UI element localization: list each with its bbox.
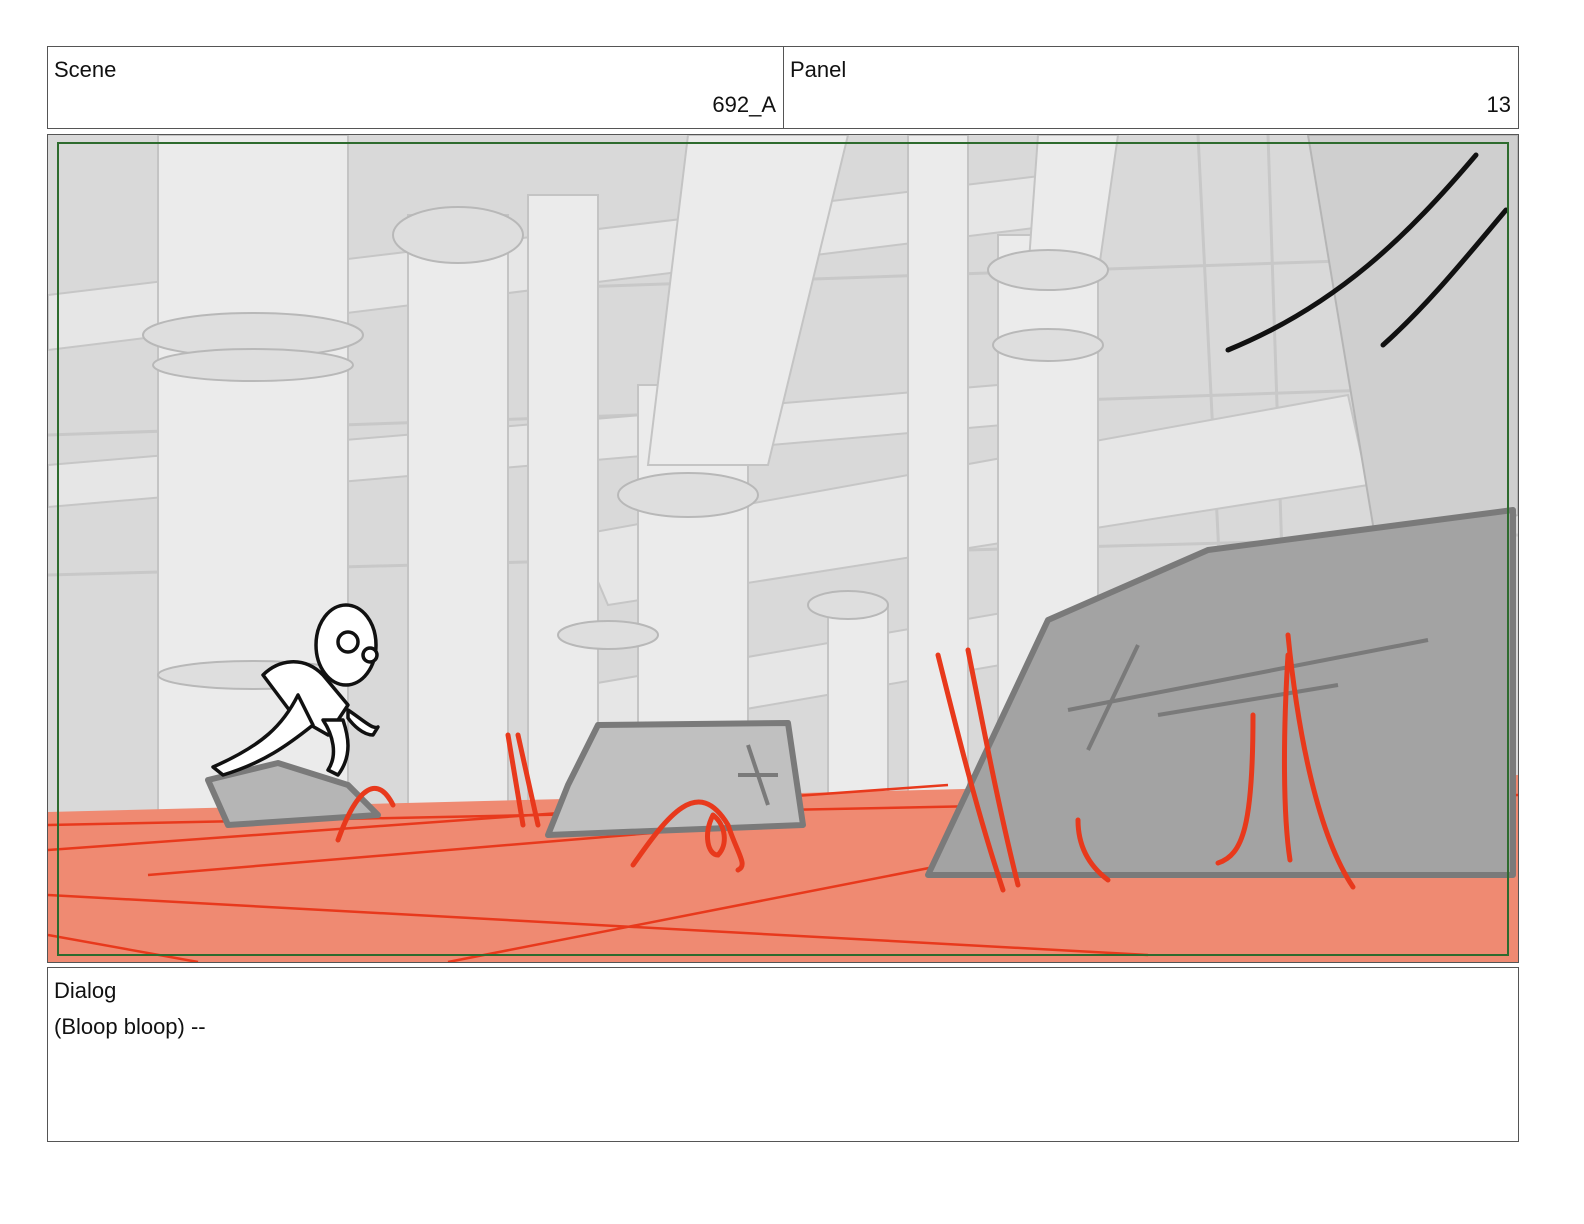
panel-value: 13 [1486, 92, 1511, 117]
storyboard-frame [47, 134, 1519, 963]
scene-label: Scene [54, 57, 117, 82]
panel-cell: Panel 13 [784, 47, 1518, 128]
header-bar: Scene 692_A Panel 13 [47, 46, 1519, 129]
dialog-box: Dialog (Bloop bloop) -- [47, 967, 1519, 1142]
storyboard-drawing [48, 135, 1518, 962]
dialog-label: Dialog [54, 978, 117, 1003]
dialog-text: (Bloop bloop) -- [54, 1014, 206, 1039]
scene-value: 692_A [712, 92, 776, 117]
scene-cell: Scene 692_A [48, 47, 784, 128]
panel-label: Panel [790, 57, 847, 82]
